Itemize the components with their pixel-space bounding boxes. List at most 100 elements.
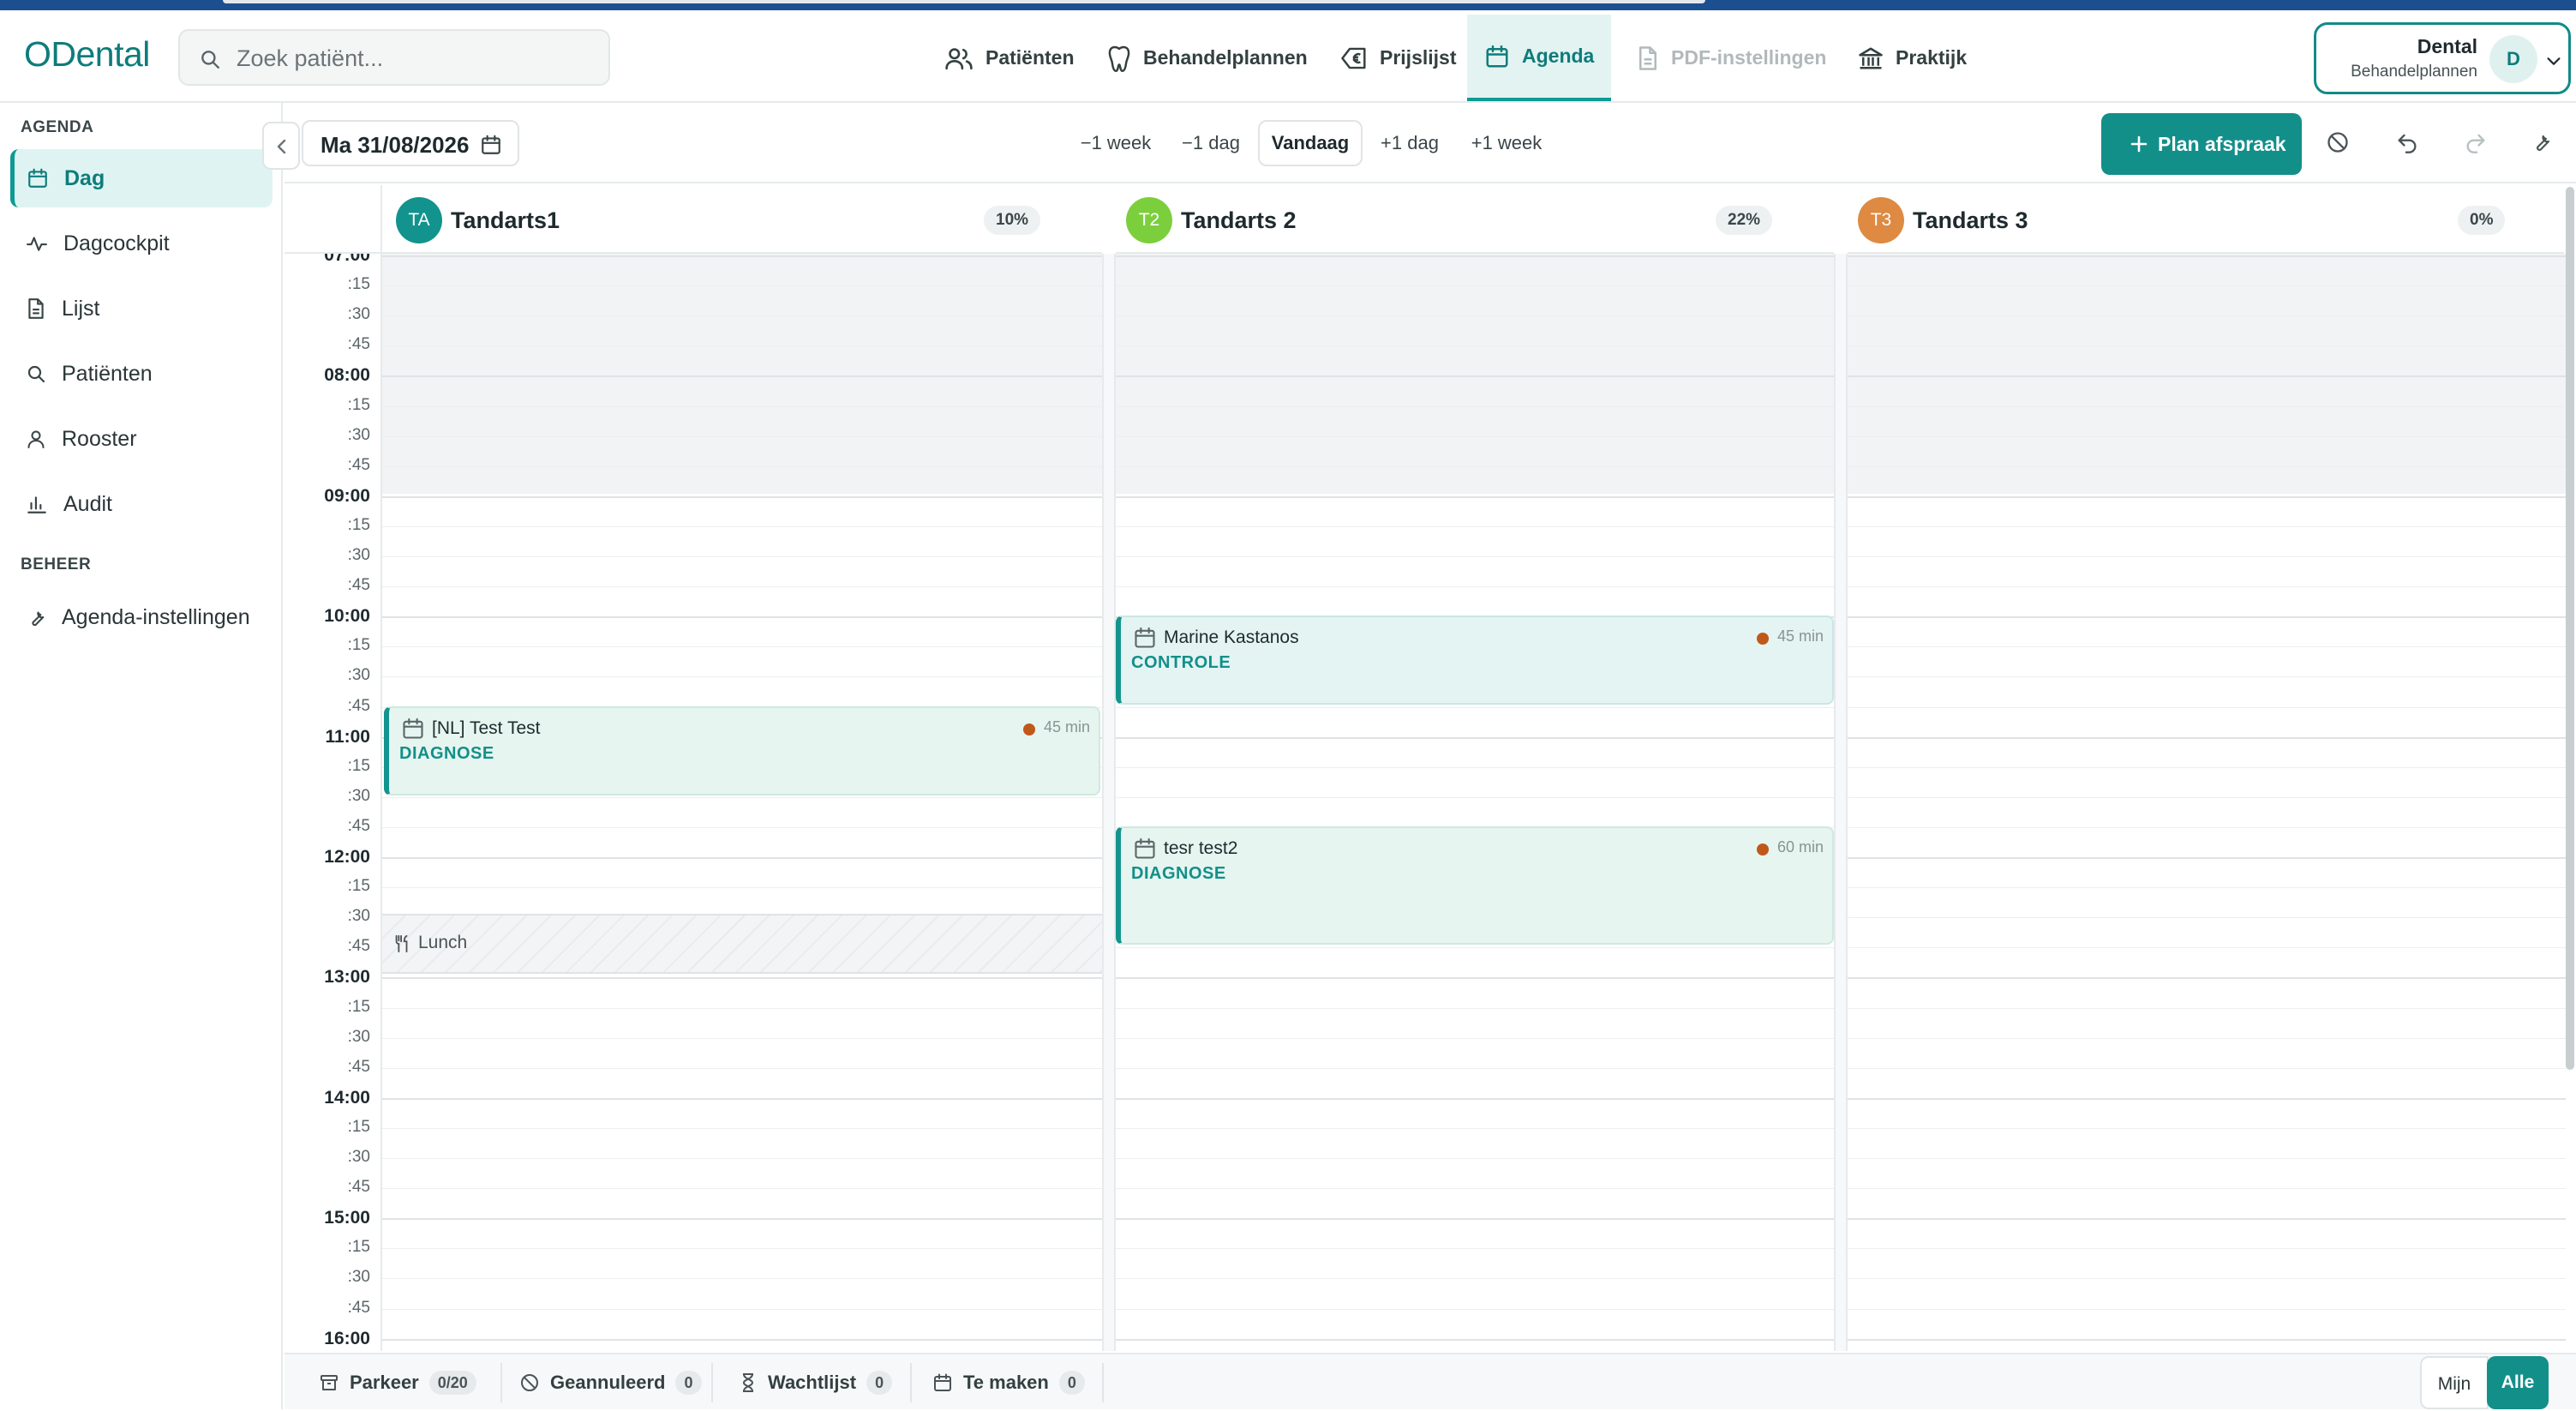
grid-line — [382, 1278, 1102, 1280]
column-name: Tandarts 2 — [1181, 207, 1297, 233]
quarter-label: :15 — [347, 756, 370, 775]
nav-agenda[interactable]: Agenda — [1467, 15, 1612, 101]
undo-icon[interactable] — [2394, 130, 2420, 154]
grid-line — [1848, 1007, 2566, 1009]
user-menu[interactable]: Dental Behandelplannen D — [2314, 22, 2571, 94]
patient-search[interactable] — [178, 29, 610, 86]
sidebar-item-audit[interactable]: Audit — [10, 475, 273, 533]
sidebar-item-label: Patiënten — [62, 361, 153, 386]
filter-all-toggle[interactable]: Alle — [2487, 1356, 2549, 1409]
sidebar-item-dagcockpit[interactable]: Dagcockpit — [10, 214, 273, 273]
grid-line — [382, 676, 1102, 678]
te-maken-tab[interactable]: Te maken 0 — [932, 1354, 1085, 1411]
grid-line — [382, 1218, 1102, 1221]
sidebar-item-patienten[interactable]: Patiënten — [10, 345, 273, 403]
grid-line — [382, 616, 1102, 619]
cancel-icon[interactable] — [2326, 130, 2350, 154]
nav-label: PDF-instellingen — [1671, 46, 1827, 69]
column-header-tandarts1[interactable]: TA Tandarts1 10% — [382, 185, 1102, 254]
user-role: Behandelplannen — [2351, 63, 2477, 81]
grid-line — [382, 857, 1102, 859]
appointment-card[interactable]: [NL] Test Test 45 min DIAGNOSE — [384, 706, 1100, 796]
status-dot — [1757, 844, 1769, 856]
geannuleerd-tab[interactable]: Geannuleerd 0 — [519, 1354, 702, 1411]
grid-line — [1116, 435, 1834, 437]
grid-line — [1116, 1248, 1834, 1250]
grid-line — [382, 1037, 1102, 1039]
sidebar-item-dag[interactable]: Dag — [10, 149, 273, 207]
grid-line — [382, 1097, 1102, 1100]
column-name: Tandarts 3 — [1913, 207, 2028, 233]
nav-patienten[interactable]: Patiënten — [927, 15, 1092, 101]
collapse-sidebar-button[interactable] — [262, 122, 300, 170]
calendar-icon — [403, 718, 423, 739]
hour-label: 14:00 — [324, 1087, 370, 1108]
plus-one-day-button[interactable]: +1 dag — [1371, 120, 1448, 166]
sidebar-item-label: Audit — [63, 491, 112, 516]
vertical-scrollbar[interactable] — [2566, 187, 2574, 1070]
hour-label: 15:00 — [324, 1208, 370, 1228]
plus-one-week-button[interactable]: +1 week — [1462, 120, 1551, 166]
schedule-column-tandarts-3[interactable] — [1848, 254, 2566, 1351]
grid-line — [1116, 525, 1834, 527]
nav-prijslijst[interactable]: Prijslijst — [1323, 15, 1473, 101]
date-value: Ma 31/08/2026 — [321, 132, 470, 158]
sidebar-item-agenda-instellingen[interactable]: Agenda-instellingen — [10, 588, 273, 646]
sidebar-item-rooster[interactable]: Rooster — [10, 410, 273, 468]
users-icon — [945, 47, 973, 69]
appointment-type: DIAGNOSE — [399, 744, 494, 763]
wrench-icon[interactable] — [2530, 130, 2552, 153]
grid-line — [1116, 1188, 1834, 1190]
filter-mine-toggle[interactable]: Mijn — [2420, 1356, 2489, 1409]
grid-line — [1848, 947, 2566, 949]
nav-pdf-instellingen[interactable]: PDF-instellingen — [1620, 15, 1843, 101]
redo-icon[interactable] — [2463, 130, 2489, 154]
grid-line — [1116, 947, 1834, 949]
nav-label: Behandelplannen — [1143, 46, 1308, 69]
hour-label: 09:00 — [324, 485, 370, 506]
browser-top-stripe — [0, 0, 2576, 10]
minus-one-week-button[interactable]: −1 week — [1071, 120, 1160, 166]
date-picker[interactable]: Ma 31/08/2026 — [302, 120, 519, 166]
grid-line — [1116, 736, 1834, 739]
minus-one-day-button[interactable]: −1 dag — [1172, 120, 1249, 166]
calendar-icon — [934, 1373, 951, 1391]
schedule-column-tandarts-2[interactable] — [1116, 254, 1834, 1351]
grid-line — [1116, 255, 1834, 257]
quarter-label: :15 — [347, 997, 370, 1016]
plan-appointment-button[interactable]: Plan afspraak — [2101, 113, 2302, 175]
ban-icon — [521, 1374, 538, 1391]
time-column-header — [285, 185, 382, 254]
grid-line — [1116, 1007, 1834, 1009]
occupancy-badge: 0% — [2458, 206, 2506, 235]
column-header-tandarts-3[interactable]: T3 Tandarts 3 0% — [1848, 185, 2564, 254]
appointment-duration: 45 min — [1776, 627, 1824, 645]
hour-label: 13:00 — [324, 967, 370, 988]
app-logo[interactable]: ODental — [24, 34, 150, 75]
divider — [1102, 1363, 1104, 1402]
occupancy-badge: 22% — [1716, 206, 1773, 235]
quarter-label: :45 — [347, 696, 370, 715]
appointment-card[interactable]: Marine Kastanos 45 min CONTROLE — [1116, 615, 1834, 705]
status-dot — [1757, 633, 1769, 645]
schedule-column-tandarts1[interactable] — [382, 254, 1102, 1351]
grid-line — [1116, 1127, 1834, 1129]
today-button[interactable]: Vandaag — [1258, 120, 1363, 166]
quarter-label: :30 — [347, 786, 370, 805]
appointment-card[interactable]: tesr test2 60 min DIAGNOSE — [1116, 826, 1834, 945]
sidebar-item-lijst[interactable]: Lijst — [10, 279, 273, 338]
grid-line — [382, 435, 1102, 437]
grid-line — [1116, 1338, 1834, 1341]
nav-praktijk[interactable]: Praktijk — [1841, 15, 1984, 101]
nav-label: Patiënten — [985, 46, 1075, 69]
grid-line — [1848, 977, 2566, 980]
wachtlijst-tab[interactable]: Wachtlijst 0 — [739, 1354, 893, 1411]
grid-line — [1116, 1278, 1834, 1280]
search-input[interactable] — [237, 41, 596, 75]
parkeer-tab[interactable]: Parkeer 0/20 — [319, 1354, 476, 1411]
column-header-tandarts-2[interactable]: T2 Tandarts 2 22% — [1116, 185, 1834, 254]
sidebar-section-beheer: BEHEER — [21, 555, 92, 573]
nav-behandelplannen[interactable]: Behandelplannen — [1090, 15, 1325, 101]
te-maken-count: 0 — [1058, 1371, 1085, 1395]
chevron-left-icon — [277, 139, 286, 154]
